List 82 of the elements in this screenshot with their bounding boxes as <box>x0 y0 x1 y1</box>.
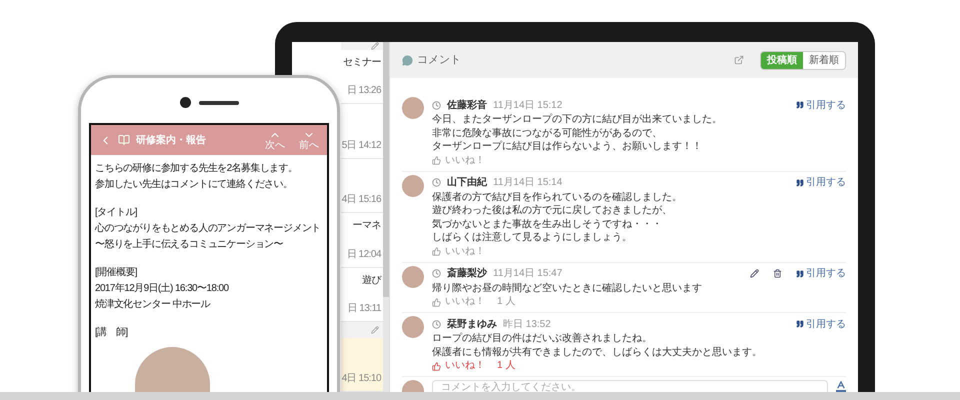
scrollbar-thumb[interactable] <box>383 42 389 297</box>
quote-icon <box>796 270 804 278</box>
comment-time: 昨日 13:52 <box>503 318 551 332</box>
thumbs-up-icon <box>432 298 441 306</box>
speech-bubble-icon <box>402 54 413 66</box>
list-item[interactable]: 4日 15:10 <box>341 338 384 392</box>
avatar <box>402 97 424 119</box>
comment-text: ターザンロープに結び目は作らないよう、お願いします！！ <box>432 140 703 154</box>
quote-button[interactable]: 引用する <box>796 98 846 112</box>
item-title: 遊び <box>362 274 382 288</box>
clock-icon <box>432 320 441 328</box>
post-text: [開催概要] <box>95 266 138 280</box>
like-button[interactable]: いいね！ <box>432 154 485 168</box>
speaker-slot <box>198 100 238 104</box>
delete-icon[interactable] <box>773 269 782 278</box>
quote-icon <box>796 178 804 186</box>
like-button[interactable]: いいね！ <box>432 244 485 258</box>
quote-icon <box>796 101 804 109</box>
item-time: 4日 15:16 <box>342 193 382 208</box>
post-text: 心のつながりをもとめる人のアンガーマネージメント <box>95 222 322 236</box>
clock-icon <box>432 100 441 110</box>
thumbs-up-icon <box>432 247 441 256</box>
pencil-icon[interactable] <box>371 326 380 334</box>
list-item[interactable]: 5日 14:12 <box>341 104 384 159</box>
item-title: ーマネ <box>352 219 382 234</box>
sort-tab[interactable]: 新着順 <box>803 52 845 68</box>
list-item[interactable]: ーマネ 日 12:04 <box>341 213 384 268</box>
avatar <box>402 174 424 196</box>
item-title: セミナー <box>343 56 382 70</box>
comment-text: 遊び終わった後は私の方で元に戻しておきましたが、 <box>432 204 673 218</box>
comment-time: 11月14日 15:14 <box>493 176 562 190</box>
comment-time: 11月14日 15:47 <box>493 267 562 281</box>
comment-text: 非常に危険な事故につながる可能性ががあるので、 <box>432 126 663 140</box>
thumbs-up-icon <box>432 362 441 370</box>
post-text: 焼津文化センター 中ホール <box>95 298 212 312</box>
comment-text: 帰り際やお昼の時間など空いたときに確認したいと思います <box>432 282 703 295</box>
comment-text: 保護者にも情報が共有できましたので、しばらくは大丈夫かと思います。 <box>432 346 763 359</box>
comment-text: しばらくは注意して見るようにしましょう。 <box>432 231 633 244</box>
comment-time: 11月14日 15:12 <box>493 98 562 112</box>
list-item[interactable]: 遊び 日 13:11 <box>341 268 384 322</box>
quote-button[interactable]: 引用する <box>796 266 846 281</box>
section-title: コメント <box>417 52 461 68</box>
post-text: 〜怒りを上手に伝えるコミュニケーション〜 <box>95 238 284 252</box>
quote-icon <box>796 320 804 328</box>
post-text: こちらの研修に参加する先生を2名募集します。 <box>95 162 298 176</box>
prev-button[interactable]: 前へ <box>299 129 319 151</box>
clock-icon <box>432 269 441 278</box>
item-time: 4日 15:10 <box>342 372 382 386</box>
like-button[interactable]: いいね！ 1 人 <box>432 359 516 373</box>
item-time: 日 13:11 <box>348 302 382 316</box>
item-time: 日 12:04 <box>346 248 382 262</box>
avatar <box>402 316 424 338</box>
pencil-icon[interactable] <box>371 42 380 50</box>
comment-text: 今日、またターザンロープの下の方に結び目が出来ていました。 <box>432 113 723 126</box>
post-text: [講 師] <box>95 326 129 340</box>
quote-button[interactable]: 引用する <box>796 175 846 190</box>
post-text: [タイトル] <box>95 206 138 220</box>
like-button[interactable]: いいね！ 1 人 <box>432 295 516 309</box>
quote-button[interactable]: 引用する <box>796 316 846 332</box>
author-name: 斎藤梨沙 <box>447 266 487 281</box>
post-text: 参加したい先生はコメントにて連絡ください。 <box>95 178 294 192</box>
book-icon <box>118 134 130 146</box>
popout-icon[interactable] <box>734 55 744 65</box>
comment-text: 保護者の方で結び目を作られているのを確認しました。 <box>432 190 683 204</box>
screen-title: 研修案内・報告 <box>136 133 206 148</box>
avatar <box>402 266 424 288</box>
next-button[interactable]: 次へ <box>265 129 285 151</box>
author-name: 栞野まゆみ <box>447 318 497 332</box>
comment-text: 気づかないとまた事故を生み出しそうですね・・・ <box>432 218 663 231</box>
author-name: 佐藤彩音 <box>447 98 487 112</box>
thumbs-up-icon <box>432 156 441 165</box>
avatar <box>402 380 424 392</box>
item-time: 日 13:26 <box>346 84 382 98</box>
sort-tab[interactable]: 投稿順 <box>761 52 803 68</box>
edit-icon[interactable] <box>750 269 759 278</box>
list-item[interactable]: 4日 15:16 <box>341 158 384 214</box>
item-time: 5日 14:12 <box>342 138 382 153</box>
author-name: 山下由紀 <box>447 176 487 190</box>
post-text: 2017年12月9日(土) 16:30〜18:00 <box>95 282 230 296</box>
clock-icon <box>432 178 441 187</box>
comment-text: ロープの結び目の件はだいぶ改善されましたね。 <box>432 332 653 346</box>
list-item[interactable]: セミナー 日 13:26 <box>341 50 384 104</box>
